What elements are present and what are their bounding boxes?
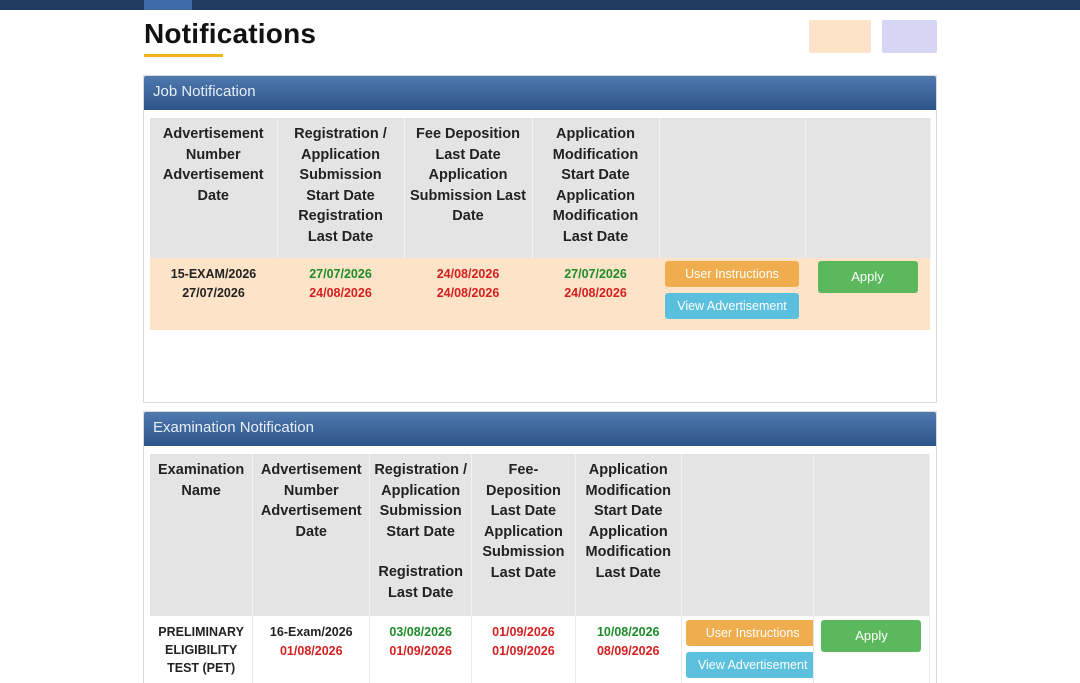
reg-start-date: 03/08/2026 — [389, 625, 452, 639]
col-exam-name: Examination Name — [150, 454, 254, 616]
exam-notification-panel: Examination Notification Examination Nam… — [143, 411, 937, 683]
col-fee-deposition: Fee- Deposition Last Date Application Su… — [471, 454, 576, 616]
top-nav-bar — [0, 0, 1080, 10]
col-actions — [659, 118, 806, 258]
col-modification: Application Modification Start Date Appl… — [532, 118, 660, 258]
adv-number: 16-Exam/2026 — [269, 625, 353, 639]
adv-date: 27/07/2026 — [182, 286, 245, 300]
col-modification: Application Modification Start Date Appl… — [575, 454, 682, 616]
user-instructions-button[interactable]: User Instructions — [685, 620, 820, 646]
mod-last-date: 24/08/2026 — [564, 286, 627, 300]
adv-date: 01/08/2026 — [279, 644, 343, 658]
legend-lavender-swatch — [882, 20, 937, 53]
submission-last-date: 01/09/2026 — [492, 644, 555, 658]
job-notification-table: Advertisement Number Advertisement Date … — [150, 118, 931, 330]
user-instructions-button[interactable]: User Instructions — [665, 261, 799, 287]
col-registration-start: Registration / Application Submission St… — [374, 462, 467, 540]
apply-button[interactable]: Apply — [821, 620, 922, 652]
mod-last-date: 08/09/2026 — [596, 644, 660, 658]
job-notification-panel: Job Notification Advertisement Number Ad… — [143, 75, 937, 403]
apply-button[interactable]: Apply — [817, 261, 918, 293]
fee-last-date: 01/09/2026 — [492, 625, 555, 639]
col-actions — [681, 454, 814, 616]
col-apply — [805, 118, 931, 258]
reg-start-date: 27/07/2026 — [309, 267, 372, 281]
exam-name: PRELIMINARY ELIGIBILITY TEST (PET) — [150, 616, 254, 683]
legend-peach-swatch — [809, 20, 871, 53]
view-advertisement-button[interactable]: View Advertisement — [665, 293, 799, 319]
mod-start-date: 27/07/2026 — [564, 267, 627, 281]
col-registration: Registration / Application Submission St… — [277, 118, 405, 258]
col-apply — [813, 454, 931, 616]
col-registration-last: Registration Last Date — [378, 564, 463, 601]
exam-notification-header: Examination Notification — [144, 412, 936, 446]
top-nav-active-tab[interactable] — [144, 0, 192, 10]
exam-notification-table: Examination Name Advertisement Number Ad… — [150, 454, 931, 683]
fee-last-date: 24/08/2026 — [436, 267, 500, 281]
page-title: Notifications — [144, 18, 317, 49]
reg-last-date: 01/09/2026 — [389, 644, 452, 658]
mod-start-date: 10/08/2026 — [596, 625, 660, 639]
submission-last-date: 24/08/2026 — [436, 286, 500, 300]
reg-last-date: 24/08/2026 — [309, 286, 372, 300]
col-registration: Registration / Application Submission St… — [369, 454, 473, 616]
table-row: PRELIMINARY ELIGIBILITY TEST (PET) 16-Ex… — [150, 616, 931, 683]
col-fee-deposition: Fee Deposition Last Date Application Sub… — [404, 118, 533, 258]
view-advertisement-button[interactable]: View Advertisement — [685, 652, 820, 678]
job-notification-header: Job Notification — [144, 76, 936, 110]
table-row: 15-EXAM/2026 27/07/2026 27/07/2026 24/08… — [150, 258, 930, 330]
col-adv-number: Advertisement Number Advertisement Date — [252, 454, 371, 616]
title-underline — [144, 54, 223, 57]
col-adv-number: Advertisement Number Advertisement Date — [150, 118, 278, 258]
adv-number: 15-EXAM/2026 — [170, 267, 257, 281]
